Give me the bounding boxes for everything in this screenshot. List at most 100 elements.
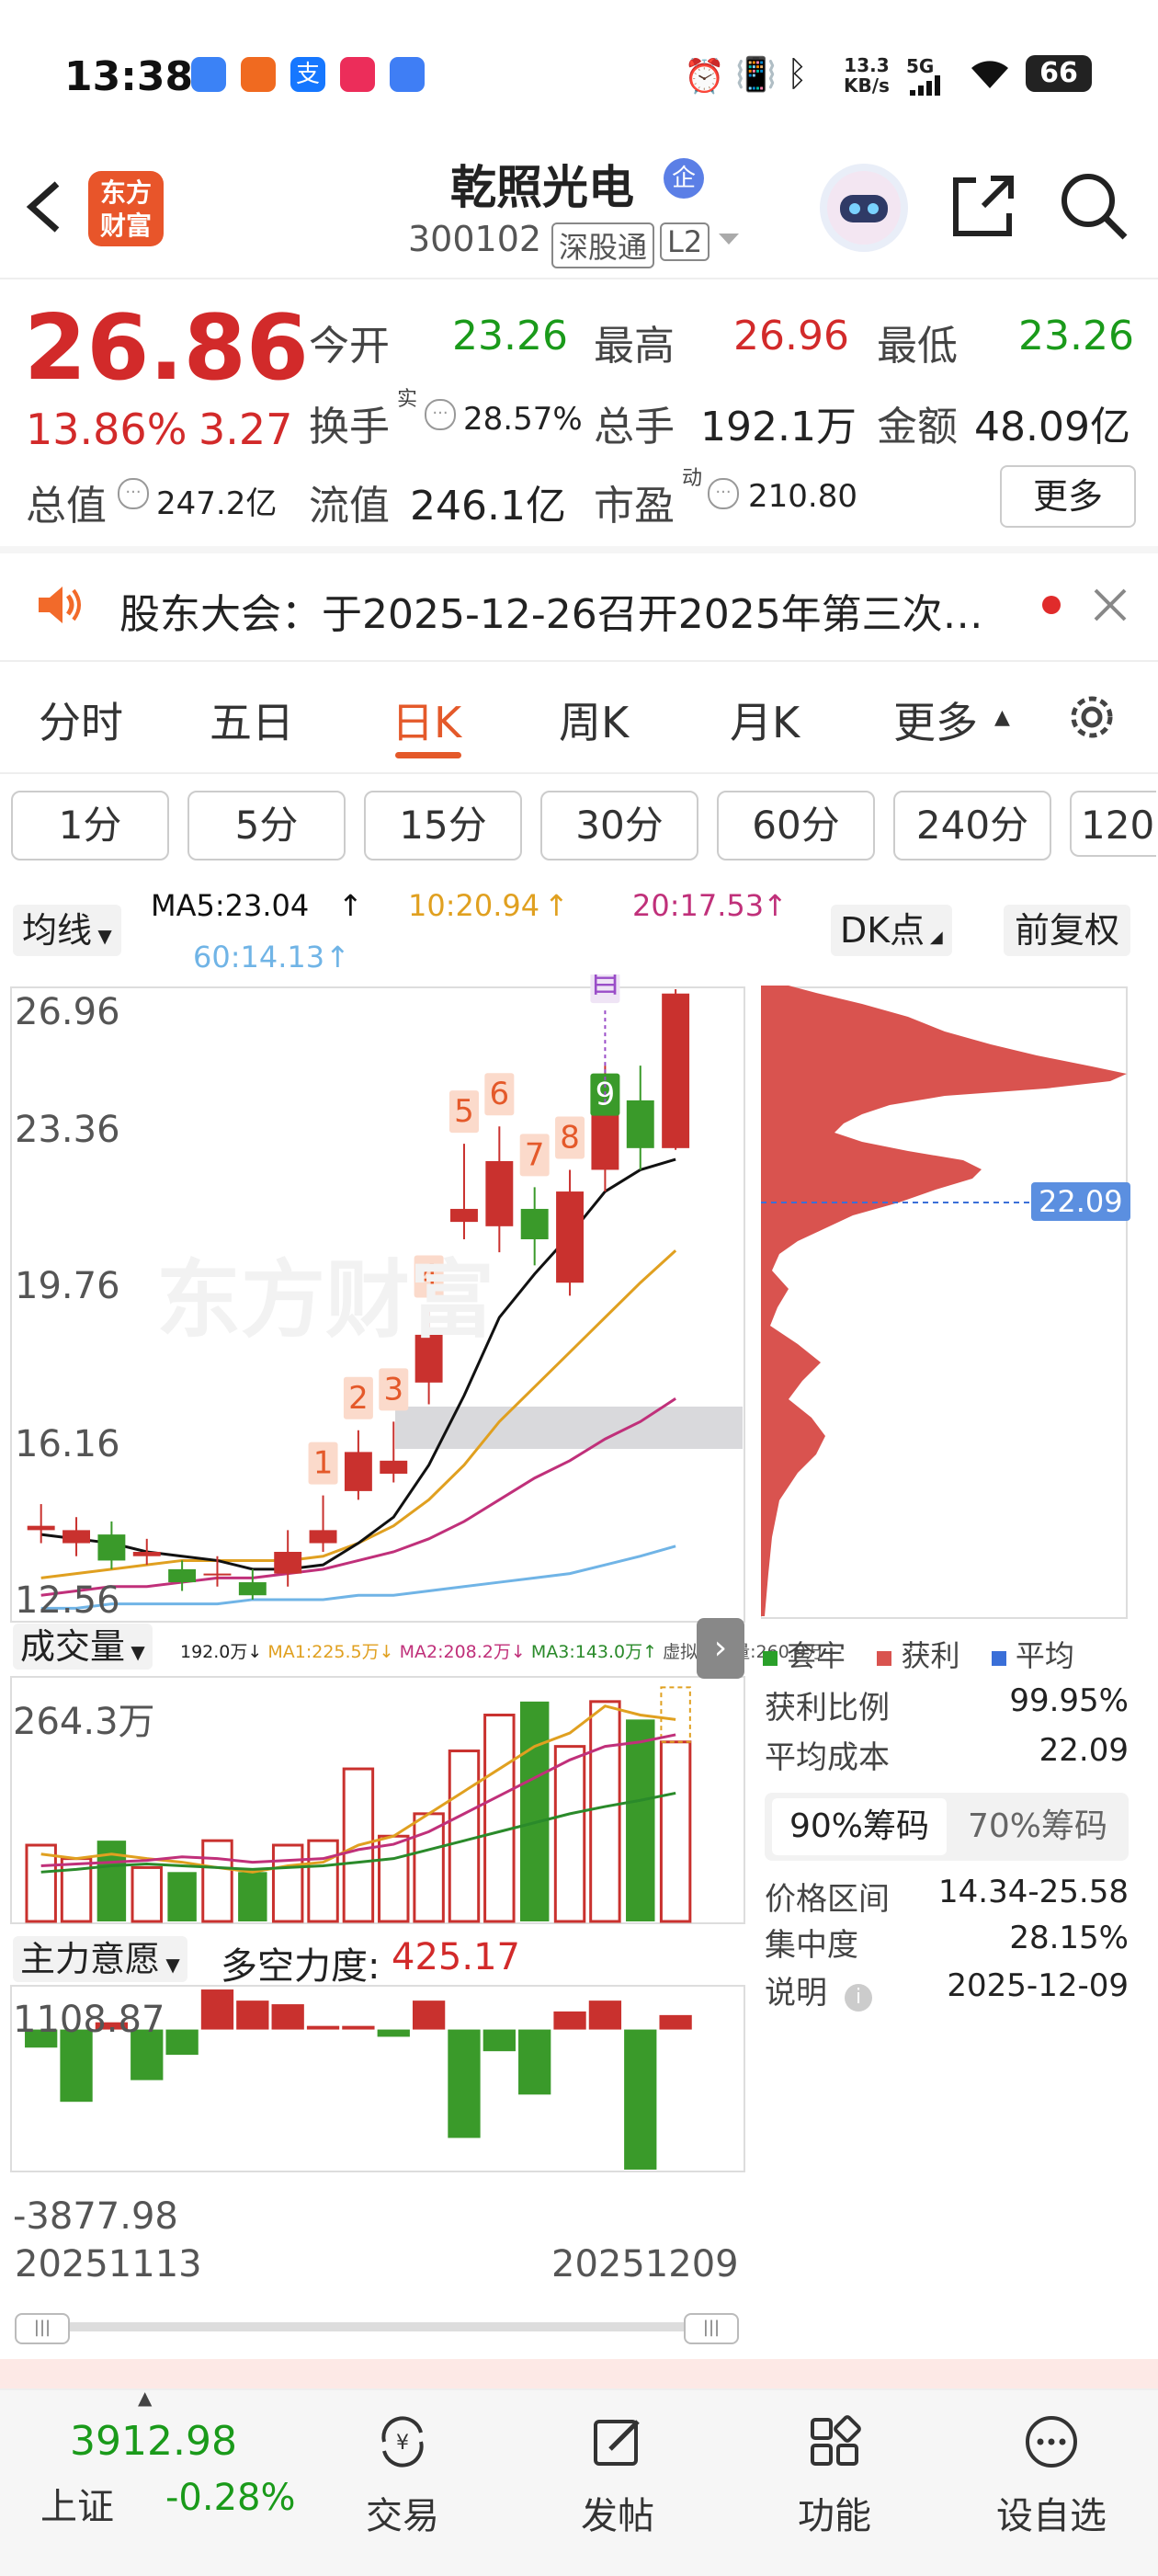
net-speed: 13.3 KB/s <box>844 54 890 97</box>
app-icon-blue <box>191 57 226 92</box>
info-icon[interactable]: i <box>845 1984 873 2012</box>
nav-post[interactable]: 发帖 <box>544 2390 691 2539</box>
candle-body <box>238 1582 267 1596</box>
arrow-up-icon: ↑ <box>544 888 569 923</box>
flow-bar <box>588 2000 622 2030</box>
signal-icon <box>910 75 947 96</box>
close-icon[interactable] <box>1090 585 1130 629</box>
active-tab-indicator <box>395 752 461 758</box>
info-dots-icon[interactable]: ··· <box>425 399 456 430</box>
trade-icon: ¥ <box>381 2416 424 2468</box>
open-value: 23.26 <box>452 313 568 359</box>
tab-intraday[interactable]: 分时 <box>39 690 123 750</box>
expand-arrow-button[interactable]: › <box>697 1618 744 1679</box>
kline-chart[interactable]: 12 345 67 89自 <box>0 975 754 2271</box>
candle-body <box>27 1525 55 1531</box>
share-icon[interactable] <box>948 171 1018 245</box>
price-range-label: 价格区间 <box>765 1881 890 1918</box>
more-button[interactable]: 更多 <box>1000 465 1136 528</box>
corner-caret-icon: ◢ <box>925 928 943 947</box>
volume-selector-label: 成交量 <box>20 1626 126 1667</box>
search-icon[interactable] <box>1057 169 1130 246</box>
caret-up-icon: ▲ <box>138 2387 153 2409</box>
interval-240m[interactable]: 240分 <box>893 791 1051 861</box>
range-scroll-track[interactable] <box>18 2322 739 2331</box>
brand-logo[interactable]: 东方 财富 <box>88 171 164 246</box>
flow-bar <box>342 2025 375 2030</box>
robot-avatar[interactable] <box>820 164 908 252</box>
price-axis-label: 19.76 <box>15 1265 120 1307</box>
index-name[interactable]: 上证 <box>40 2477 114 2530</box>
caret-down-icon[interactable] <box>717 230 741 252</box>
tab-five-day[interactable]: 五日 <box>210 690 294 750</box>
vibrate-icon: 📳 <box>735 56 777 94</box>
header-divider <box>0 278 1158 279</box>
index-value[interactable]: 3912.98 <box>70 2418 237 2465</box>
price-range-row: 价格区间 14.34-25.58 <box>765 1874 1129 1919</box>
arrow-down-icon: ↓ <box>510 1642 531 1662</box>
back-button[interactable] <box>18 165 74 248</box>
interval-30m[interactable]: 30分 <box>540 791 698 861</box>
sequence-label-text: 1 <box>313 1445 334 1482</box>
more-dots-icon <box>1026 2416 1077 2468</box>
float-value: 246.1亿 <box>410 483 566 530</box>
candle-body <box>380 1460 408 1474</box>
index-change[interactable]: -0.28% <box>165 2477 296 2519</box>
dk-point-button[interactable]: DK点 ◢ <box>831 905 952 956</box>
interval-5m[interactable]: 5分 <box>187 791 346 861</box>
candle-body <box>97 1534 126 1561</box>
adjust-button[interactable]: 前复权 <box>1004 905 1131 956</box>
flow-bar <box>306 2025 340 2030</box>
chip-distribution-chart <box>761 986 1128 1619</box>
ma-selector[interactable]: 均线 ▼ <box>13 905 121 956</box>
candle-body <box>274 1552 302 1574</box>
range-handle-right[interactable]: ||| <box>684 2313 739 2344</box>
sequence-label-text: 3 <box>383 1371 403 1408</box>
info-dots-icon[interactable]: ··· <box>118 478 149 509</box>
sequence-label-text: 2 <box>348 1380 369 1417</box>
nav-add-watchlist[interactable]: 设自选 <box>978 2390 1125 2539</box>
sequence-label-text: 6 <box>490 1076 510 1112</box>
current-price: 26.86 <box>24 296 309 401</box>
caret-down-icon: ▼ <box>125 1641 145 1663</box>
chip-profit-area <box>761 986 1127 1616</box>
info-dots-icon[interactable]: ··· <box>708 478 739 509</box>
volume-selector[interactable]: 成交量 ▼ <box>13 1624 153 1670</box>
tab-daily-k[interactable]: 日K <box>392 690 461 750</box>
avg-cost-value: 22.09 <box>1039 1732 1129 1769</box>
turnover-value: 28.57% <box>463 401 583 438</box>
gear-icon[interactable] <box>1062 688 1121 750</box>
caret-up-icon: ▲ <box>994 706 1010 729</box>
tab-chip-70[interactable]: 70%筹码 <box>950 1798 1125 1855</box>
virtual-volume-box <box>660 1686 691 1743</box>
profit-ratio-row: 获利比例 99.95% <box>765 1682 1129 1727</box>
nav-functions[interactable]: 功能 <box>761 2390 908 2539</box>
nav-post-label: 发帖 <box>581 2495 654 2537</box>
volume-value: 192.1万 <box>700 404 857 450</box>
interval-120[interactable]: 120 <box>1070 791 1156 857</box>
tab-more[interactable]: 更多 <box>893 690 978 750</box>
flow-selector[interactable]: 主力意愿 ▼ <box>13 1936 187 1982</box>
interval-1m[interactable]: 1分 <box>11 791 169 861</box>
ad-strip <box>0 2359 1158 2388</box>
flow-bottom-label: -3877.98 <box>13 2195 178 2238</box>
volume-bar <box>131 1865 163 1923</box>
interval-15m[interactable]: 15分 <box>364 791 522 861</box>
price-axis-label: 26.96 <box>15 991 120 1033</box>
end-date: 20251209 <box>551 2243 739 2285</box>
chip-legend: 套牢 获利 平均 <box>763 1633 1074 1675</box>
pe-label: 市盈 <box>594 483 675 530</box>
notice-divider <box>0 660 1158 662</box>
nav-trade[interactable]: ¥ 交易 <box>329 2390 476 2539</box>
notice-text[interactable]: 股东大会：于2025-12-26召开2025年第三次… <box>119 581 983 640</box>
volume-bar <box>483 1713 516 1923</box>
signal-label: 5G <box>906 55 935 77</box>
mktcap-value: 247.2亿 <box>156 485 278 522</box>
pe-sup: 动 <box>682 467 703 490</box>
volume-bar <box>659 1740 692 1923</box>
tab-weekly-k[interactable]: 周K <box>559 690 629 750</box>
interval-60m[interactable]: 60分 <box>717 791 875 861</box>
tab-chip-90[interactable]: 90%筹码 <box>772 1798 947 1855</box>
tab-monthly-k[interactable]: 月K <box>730 690 800 750</box>
range-handle-left[interactable]: ||| <box>15 2313 70 2344</box>
